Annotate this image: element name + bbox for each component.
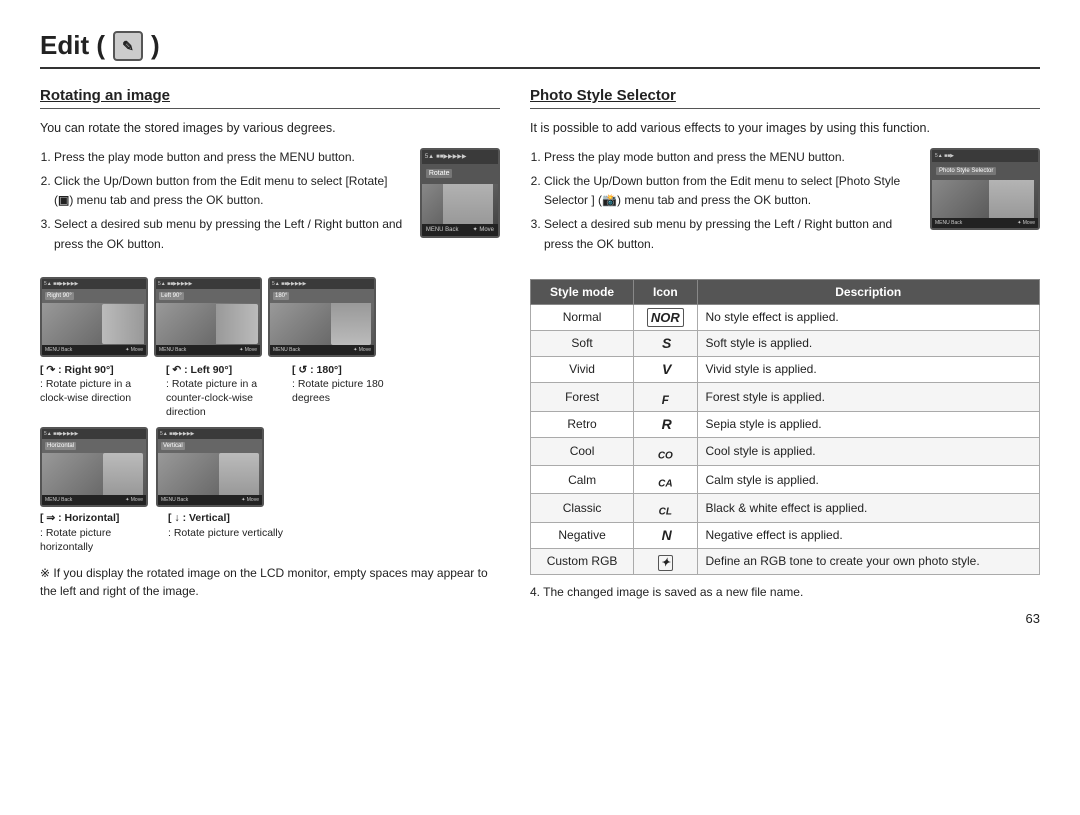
left-note: ※ If you display the rotated image on th…: [40, 564, 500, 600]
left-section-desc: You can rotate the stored images by vari…: [40, 119, 500, 138]
style-mode-cell: Forest: [531, 382, 634, 411]
style-desc-cell: Calm style is applied.: [697, 465, 1039, 493]
right-instructions: Press the play mode button and press the…: [530, 148, 918, 259]
style-desc-cell: Define an RGB tone to create your own ph…: [697, 548, 1039, 574]
style-mode-cell: Cool: [531, 437, 634, 465]
style-icon-cell: R: [634, 411, 697, 437]
edit-icon: ✎: [113, 31, 143, 61]
table-header-style: Style mode: [531, 279, 634, 304]
screen-left90: 5▲ ■■▶▶▶▶▶ Left 90° MENU Back✦ Move: [154, 277, 262, 357]
right-footer-note: 4. The changed image is saved as a new f…: [530, 583, 1040, 601]
style-desc-cell: Sepia style is applied.: [697, 411, 1039, 437]
captions-row2: [ ⇒ : Horizontal]: Rotate picture horizo…: [40, 511, 500, 554]
style-desc-cell: No style effect is applied.: [697, 304, 1039, 330]
right-instructions-block: Press the play mode button and press the…: [530, 148, 1040, 269]
table-row: Custom RGB✦Define an RGB tone to create …: [531, 548, 1040, 574]
style-desc-cell: Black & white effect is applied.: [697, 494, 1039, 522]
right-section-title: Photo Style Selector: [530, 87, 1040, 109]
style-table: Style mode Icon Description NormalNORNo …: [530, 279, 1040, 575]
left-instr-2: Click the Up/Down button from the Edit m…: [54, 172, 408, 212]
title-paren-close: ): [151, 30, 160, 61]
table-row: ForestFForest style is applied.: [531, 382, 1040, 411]
captions-row1: [ ↷ : Right 90°]: Rotate picture in a cl…: [40, 363, 500, 420]
style-desc-cell: Cool style is applied.: [697, 437, 1039, 465]
table-header-desc: Description: [697, 279, 1039, 304]
left-instructions-block: Press the play mode button and press the…: [40, 148, 500, 269]
table-row: Vivid VVivid style is applied.: [531, 356, 1040, 382]
right-instr-3: Select a desired sub menu by pressing th…: [544, 215, 918, 255]
left-instr-1: Press the play mode button and press the…: [54, 148, 408, 168]
rotation-screens-row2: 5▲ ■■▶▶▶▶▶ Horizontal MENU Back✦ Move 5▲…: [40, 427, 500, 507]
table-row: NormalNORNo style effect is applied.: [531, 304, 1040, 330]
page-title: Edit ( ✎ ): [40, 30, 1040, 69]
style-desc-cell: Forest style is applied.: [697, 382, 1039, 411]
table-row: ClassicCLBlack & white effect is applied…: [531, 494, 1040, 522]
style-mode-cell: Negative: [531, 522, 634, 548]
left-section-title: Rotating an image: [40, 87, 500, 109]
caption-right90: [ ↷ : Right 90°]: Rotate picture in a cl…: [40, 363, 160, 420]
right-instr-1: Press the play mode button and press the…: [544, 148, 918, 168]
table-header-icon: Icon: [634, 279, 697, 304]
style-icon-cell: N: [634, 522, 697, 548]
right-section-desc: It is possible to add various effects to…: [530, 119, 1040, 138]
caption-left90: [ ↶ : Left 90°]: Rotate picture in a cou…: [166, 363, 286, 420]
style-mode-cell: Normal: [531, 304, 634, 330]
right-instr-2: Click the Up/Down button from the Edit m…: [544, 172, 918, 212]
title-text: Edit (: [40, 30, 105, 61]
style-desc-cell: Vivid style is applied.: [697, 356, 1039, 382]
right-column: Photo Style Selector It is possible to a…: [530, 87, 1040, 601]
table-row: CoolCOCool style is applied.: [531, 437, 1040, 465]
table-row: Negative NNegative effect is applied.: [531, 522, 1040, 548]
screen-vertical: 5▲ ■■▶▶▶▶▶ Vertical MENU Back✦ Move: [156, 427, 264, 507]
screen-horizontal: 5▲ ■■▶▶▶▶▶ Horizontal MENU Back✦ Move: [40, 427, 148, 507]
style-icon-cell: V: [634, 356, 697, 382]
caption-horizontal: [ ⇒ : Horizontal]: Rotate picture horizo…: [40, 511, 160, 554]
style-icon-cell: ✦: [634, 548, 697, 574]
style-icon-cell: S: [634, 330, 697, 356]
screen-180: 5▲ ■■▶▶▶▶▶ 180° MENU Back✦ Move: [268, 277, 376, 357]
table-row: Retro RSepia style is applied.: [531, 411, 1040, 437]
rotation-screens-row1: 5▲ ■■▶▶▶▶▶ Right 90° MENU Back✦ Move 5▲ …: [40, 277, 500, 357]
left-column: Rotating an image You can rotate the sto…: [40, 87, 500, 601]
style-icon-cell: CL: [634, 494, 697, 522]
table-row: Soft SSoft style is applied.: [531, 330, 1040, 356]
style-mode-cell: Classic: [531, 494, 634, 522]
style-icon-cell: F: [634, 382, 697, 411]
left-instructions: Press the play mode button and press the…: [40, 148, 408, 259]
caption-180: [ ↺ : 180°]: Rotate picture 180 degrees: [292, 363, 412, 420]
screen-right90: 5▲ ■■▶▶▶▶▶ Right 90° MENU Back✦ Move: [40, 277, 148, 357]
table-row: CalmCACalm style is applied.: [531, 465, 1040, 493]
caption-vertical: [ ↓ : Vertical]: Rotate picture vertical…: [168, 511, 288, 554]
style-icon-cell: NOR: [634, 304, 697, 330]
left-instr-3: Select a desired sub menu by pressing th…: [54, 215, 408, 255]
style-mode-cell: Soft: [531, 330, 634, 356]
style-mode-cell: Custom RGB: [531, 548, 634, 574]
camera-screen-style: 5▲ ■■▶ Photo Style Selector MENU Back✦ M…: [930, 148, 1040, 230]
camera-screen-main: 5▲■■▶▶▶▶▶ Rotate MENU Back✦ Move: [420, 148, 500, 238]
style-icon-cell: CO: [634, 437, 697, 465]
style-desc-cell: Negative effect is applied.: [697, 522, 1039, 548]
style-mode-cell: Vivid: [531, 356, 634, 382]
style-icon-cell: CA: [634, 465, 697, 493]
page-number: 63: [40, 611, 1040, 626]
style-mode-cell: Retro: [531, 411, 634, 437]
style-mode-cell: Calm: [531, 465, 634, 493]
style-desc-cell: Soft style is applied.: [697, 330, 1039, 356]
